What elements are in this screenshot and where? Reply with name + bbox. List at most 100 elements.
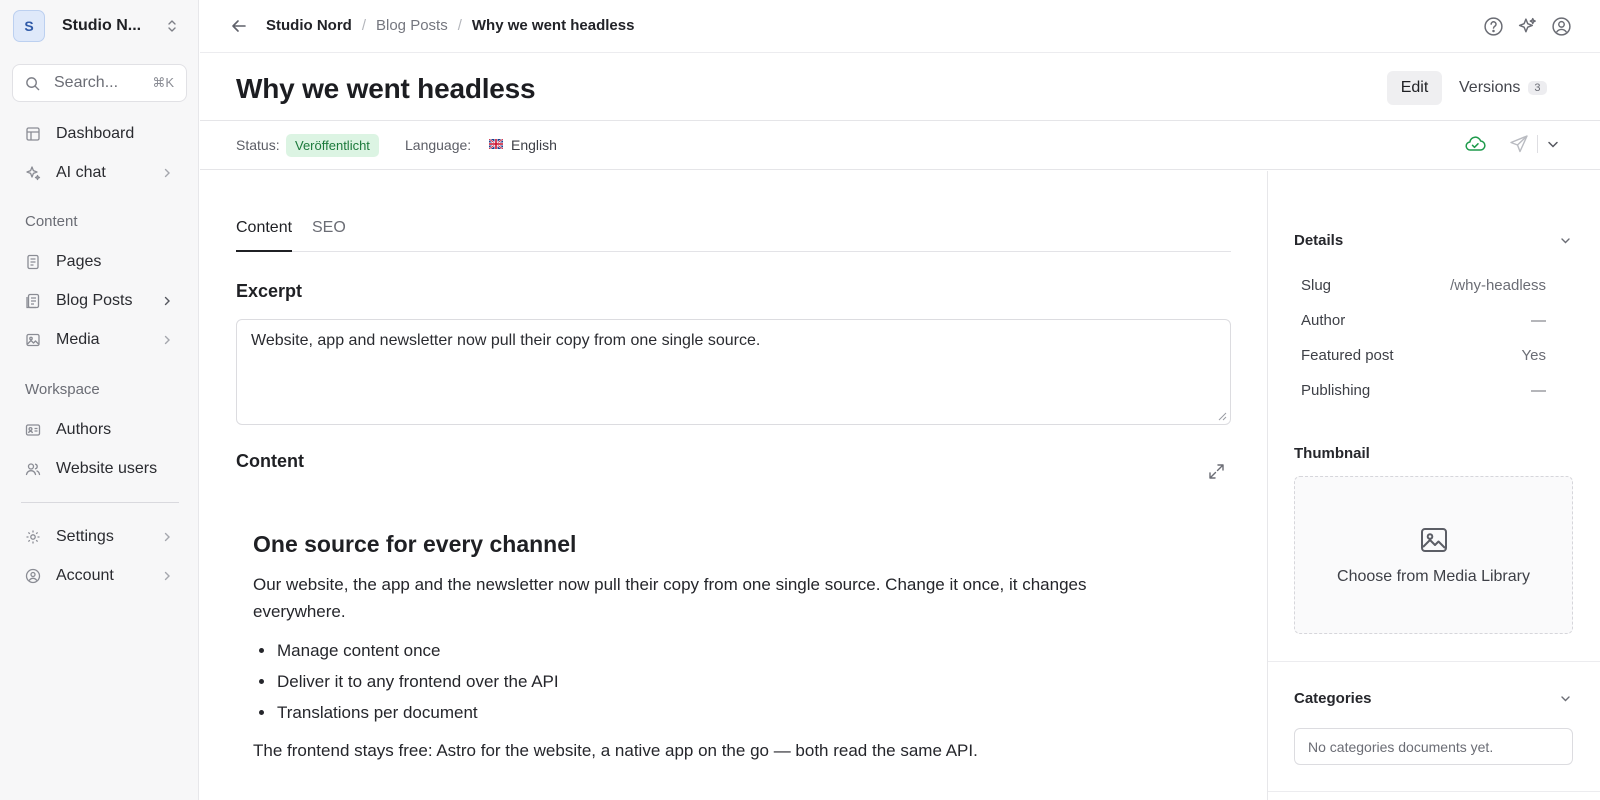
sidebar-item-label: Authors xyxy=(56,421,112,438)
breadcrumb-current: Why we went headless xyxy=(471,17,635,34)
status-bar: Status: Veröffentlicht Language: English xyxy=(200,121,1600,170)
sidebar-section-content: Content xyxy=(25,213,78,230)
chevron-down-icon[interactable] xyxy=(1559,692,1572,705)
sidebar-item-label: AI chat xyxy=(56,164,106,181)
sidebar-item-label: Account xyxy=(56,567,114,584)
thumbnail-heading: Thumbnail xyxy=(1294,445,1370,462)
list-item: Translations per document xyxy=(276,697,1153,728)
details-panel: Details Slug /why-headless Author — Feat… xyxy=(1267,171,1600,800)
cloud-check-icon[interactable] xyxy=(1464,133,1486,155)
sidebar-item-label: Settings xyxy=(56,528,114,545)
categories-empty-text: No categories documents yet. xyxy=(1308,739,1494,755)
publish-actions xyxy=(1464,133,1560,155)
page-title: Why we went headless xyxy=(236,73,536,104)
detail-key: Author xyxy=(1301,312,1346,329)
search-shortcut: ⌘K xyxy=(152,75,174,90)
excerpt-textarea[interactable]: Website, app and newsletter now pull the… xyxy=(236,319,1231,425)
sidebar-item-pages[interactable]: Pages xyxy=(12,244,187,280)
sidebar-item-website-users[interactable]: Website users xyxy=(12,451,187,487)
sidebar-item-ai-chat[interactable]: AI chat xyxy=(12,155,187,191)
document-header: Why we went headless Edit Versions 3 xyxy=(200,53,1600,121)
categories-heading: Categories xyxy=(1294,690,1372,707)
chevron-down-icon[interactable] xyxy=(1546,137,1560,151)
detail-key: Slug xyxy=(1301,277,1332,294)
sidebar-item-label: Blog Posts xyxy=(56,292,133,309)
chevron-right-icon xyxy=(164,168,170,178)
search-input[interactable]: Search... ⌘K xyxy=(12,64,187,102)
expand-icon[interactable] xyxy=(1208,463,1225,480)
header-actions xyxy=(1483,16,1572,37)
gear-icon xyxy=(26,530,40,544)
image-icon xyxy=(26,333,40,347)
action-separator xyxy=(1537,135,1538,153)
categories-field[interactable]: No categories documents yet. xyxy=(1294,728,1573,765)
detail-row-author[interactable]: Author — xyxy=(1301,312,1546,332)
sidebar-item-blog-posts[interactable]: Blog Posts xyxy=(12,283,187,319)
excerpt-value: Website, app and newsletter now pull the… xyxy=(251,332,761,349)
sidebar-section-workspace: Workspace xyxy=(25,381,100,398)
detail-row-featured-post[interactable]: Featured post Yes xyxy=(1301,347,1546,367)
account-icon xyxy=(25,568,41,584)
sidebar-item-account[interactable]: Account xyxy=(12,558,187,594)
sidebar-item-label: Website users xyxy=(56,460,158,477)
top-bar: Studio Nord / Blog Posts / Why we went h… xyxy=(200,0,1600,53)
breadcrumb-separator: / xyxy=(457,17,462,34)
search-placeholder: Search... xyxy=(54,74,119,91)
language-value[interactable]: English xyxy=(511,137,557,153)
user-icon[interactable] xyxy=(1551,16,1572,37)
detail-value: — xyxy=(1531,312,1546,329)
content-heading: One source for every channel xyxy=(253,531,577,557)
id-card-icon xyxy=(25,424,41,436)
sidebar-item-label: Dashboard xyxy=(56,125,135,142)
chevron-down-icon[interactable] xyxy=(1559,234,1572,247)
thumbnail-dropzone[interactable]: Choose from Media Library xyxy=(1294,476,1573,634)
breadcrumb: Studio Nord / Blog Posts / Why we went h… xyxy=(266,17,634,34)
status-badge: Veröffentlicht xyxy=(286,134,379,157)
sidebar-item-authors[interactable]: Authors xyxy=(12,412,187,448)
dashboard-icon xyxy=(26,127,40,141)
breadcrumb-collection[interactable]: Blog Posts xyxy=(376,17,448,34)
sidebar-divider xyxy=(21,502,179,503)
content-closing-paragraph: The frontend stays free: Astro for the w… xyxy=(253,741,978,760)
content-bullet-list: Manage content once Deliver it to any fr… xyxy=(276,635,1153,728)
tab-seo[interactable]: SEO xyxy=(312,219,346,252)
sparkle-icon[interactable] xyxy=(1517,16,1538,37)
content-paragraph: Our website, the app and the newsletter … xyxy=(253,575,1087,621)
sidebar: S Studio N... Search... ⌘K Dashboard AI … xyxy=(0,0,199,800)
detail-key: Featured post xyxy=(1301,347,1394,364)
image-icon xyxy=(1421,528,1447,552)
workspace-switcher[interactable]: S Studio N... xyxy=(13,10,189,42)
language-label: Language: xyxy=(405,137,472,153)
uk-flag-icon xyxy=(489,139,503,149)
tab-content[interactable]: Content xyxy=(236,219,293,252)
breadcrumb-workspace[interactable]: Studio Nord xyxy=(266,17,352,34)
detail-row-slug[interactable]: Slug /why-headless xyxy=(1301,277,1546,297)
content-label: Content xyxy=(236,451,304,471)
rich-text-editor[interactable]: One source for every channel Our website… xyxy=(253,531,1153,764)
choose-media-button[interactable]: Choose from Media Library xyxy=(1295,568,1572,586)
chevron-right-icon xyxy=(164,335,170,345)
breadcrumb-separator: / xyxy=(361,17,366,34)
sidebar-item-dashboard[interactable]: Dashboard xyxy=(12,116,187,152)
versions-label: Versions xyxy=(1459,79,1521,96)
list-item: Deliver it to any frontend over the API xyxy=(276,666,1153,697)
editor-tabs: Content SEO xyxy=(236,219,1231,252)
send-icon[interactable] xyxy=(1509,134,1529,154)
back-arrow-icon[interactable] xyxy=(230,17,248,35)
chevron-up-down-icon xyxy=(168,20,176,32)
excerpt-label: Excerpt xyxy=(236,281,303,301)
workspace-avatar: S xyxy=(13,10,45,42)
sidebar-item-settings[interactable]: Settings xyxy=(12,519,187,555)
search-icon xyxy=(26,76,40,90)
versions-count-badge: 3 xyxy=(1528,81,1547,95)
detail-row-publishing[interactable]: Publishing — xyxy=(1301,382,1546,402)
details-heading: Details xyxy=(1294,232,1344,249)
help-icon[interactable] xyxy=(1483,16,1504,37)
edit-button[interactable]: Edit xyxy=(1387,71,1442,105)
detail-value: /why-headless xyxy=(1450,277,1546,294)
panel-divider xyxy=(1268,791,1600,792)
sidebar-item-media[interactable]: Media xyxy=(12,322,187,358)
resize-handle-icon[interactable] xyxy=(1218,412,1227,421)
versions-button[interactable]: Versions 3 xyxy=(1459,71,1547,105)
blog-posts-icon xyxy=(26,293,40,309)
